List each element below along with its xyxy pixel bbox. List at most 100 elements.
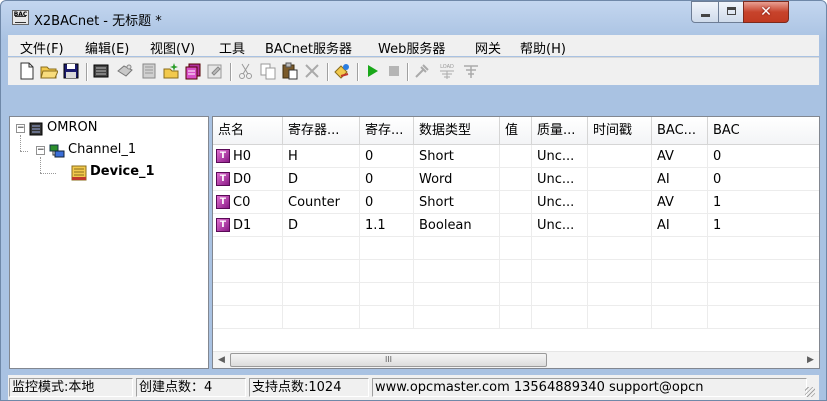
column-header-quality[interactable]: 质量...: [532, 117, 588, 145]
tag-table: 点名 寄存器... 寄存... 数据类型 值 质量... 时间戳 BAC... …: [212, 116, 820, 369]
minimize-button[interactable]: [691, 1, 719, 23]
tree-expander-channel[interactable]: −: [36, 146, 45, 155]
plc-icon: [29, 122, 43, 136]
add-group-icon[interactable]: [140, 62, 158, 80]
cell-name: T C0: [213, 191, 283, 214]
column-header-bac-index[interactable]: BAC: [708, 117, 819, 145]
close-icon: ✕: [760, 4, 772, 20]
menu-view[interactable]: 视图(V): [150, 38, 195, 57]
table-row-empty: [213, 260, 819, 283]
cell-register: Counter: [283, 191, 360, 214]
table-row-empty: [213, 283, 819, 306]
cell-register: D: [283, 168, 360, 191]
add-multiple-tags-icon[interactable]: [184, 62, 202, 80]
window-title: X2BACnet - 无标题 *: [34, 14, 162, 29]
cell-bac-index: 1: [708, 191, 819, 214]
save-project-icon[interactable]: [461, 62, 481, 80]
cell-quality: Unc...: [532, 191, 588, 214]
stop-icon[interactable]: [385, 62, 403, 80]
menu-web-server[interactable]: Web服务器: [378, 38, 445, 57]
tree-node-device[interactable]: Device_1: [90, 164, 155, 179]
device-icon: [71, 165, 87, 181]
maximize-button[interactable]: [718, 1, 744, 23]
new-file-icon[interactable]: [18, 62, 36, 80]
cell-quality: Unc...: [532, 214, 588, 237]
open-folder-icon[interactable]: [40, 62, 58, 80]
cell-quality: Unc...: [532, 145, 588, 168]
cell-type: Short: [414, 191, 500, 214]
scroll-left-icon[interactable]: ◀: [213, 352, 230, 368]
table-row[interactable]: T D1 D 1.1 Boolean Unc... AI 1: [213, 214, 819, 237]
column-header-bac-type[interactable]: BAC...: [652, 117, 708, 145]
cell-name: T D0: [213, 168, 283, 191]
run-icon[interactable]: [363, 62, 381, 80]
menu-edit[interactable]: 编辑(E): [85, 38, 129, 57]
column-header-value[interactable]: 值: [500, 117, 532, 145]
horizontal-scrollbar[interactable]: ◀ III ▶: [213, 351, 819, 368]
close-button[interactable]: ✕: [743, 1, 789, 23]
title-bar[interactable]: BAC X2BACnet - 无标题 * ✕: [1, 1, 826, 35]
cell-value: [500, 214, 532, 237]
cell-bac-type: AI: [652, 214, 708, 237]
paste-icon[interactable]: [281, 62, 299, 80]
copy-icon[interactable]: [259, 62, 277, 80]
menu-tools[interactable]: 工具: [219, 38, 245, 57]
cell-value: [500, 168, 532, 191]
scroll-right-icon[interactable]: ▶: [802, 352, 819, 368]
cell-name: T D1: [213, 214, 283, 237]
cell-bac-type: AI: [652, 168, 708, 191]
column-header-name[interactable]: 点名: [213, 117, 283, 145]
cell-value: [500, 145, 532, 168]
table-row[interactable]: T C0 Counter 0 Short Unc... AV 1: [213, 191, 819, 214]
column-header-address[interactable]: 寄存...: [360, 117, 414, 145]
column-header-timestamp[interactable]: 时间戳: [588, 117, 652, 145]
tree-node-channel[interactable]: Channel_1: [68, 142, 136, 157]
table-row[interactable]: T H0 H 0 Short Unc... AV 0: [213, 145, 819, 168]
table-row-empty: [213, 306, 819, 329]
menu-bar: 文件(F) 编辑(E) 视图(V) 工具 BACnet服务器 Web服务器 网关…: [8, 35, 819, 57]
tools-icon[interactable]: [413, 62, 431, 80]
add-device-icon[interactable]: [116, 62, 134, 80]
toolbar: LOAD: [8, 57, 819, 85]
cell-timestamp: [588, 168, 652, 191]
minimize-icon: [701, 14, 710, 17]
status-supported-count: 支持点数:1024: [249, 378, 369, 397]
tree-expander-omron[interactable]: −: [16, 124, 25, 133]
status-bar: 监控模式:本地 创建点数：4 支持点数:1024 www.opcmaster.c…: [8, 375, 819, 400]
load-icon[interactable]: LOAD: [437, 62, 457, 80]
tree-node-omron[interactable]: OMRON: [47, 120, 97, 135]
table-row-empty: [213, 237, 819, 260]
cell-type: Short: [414, 145, 500, 168]
table-row[interactable]: T D0 D 0 Word Unc... AI 0: [213, 168, 819, 191]
properties-icon[interactable]: [206, 62, 224, 80]
quick-client-icon[interactable]: [333, 62, 351, 80]
cell-address: 0: [360, 145, 414, 168]
cell-bac-index: 0: [708, 145, 819, 168]
cell-register: D: [283, 214, 360, 237]
channel-icon: [49, 144, 65, 158]
status-contact: www.opcmaster.com 13564889340 support@op…: [372, 378, 807, 397]
menu-bacnet-server[interactable]: BACnet服务器: [265, 38, 352, 57]
menu-gateway[interactable]: 网关: [475, 38, 501, 57]
tag-icon: T: [216, 149, 230, 163]
app-window: BAC X2BACnet - 无标题 * ✕ 文件(F) 编辑(E) 视图(V)…: [0, 0, 827, 401]
menu-file[interactable]: 文件(F): [20, 38, 64, 57]
tag-icon: T: [216, 218, 230, 232]
cell-timestamp: [588, 145, 652, 168]
resize-grip[interactable]: [805, 387, 815, 397]
column-header-data-type[interactable]: 数据类型: [414, 117, 500, 145]
column-header-register-type[interactable]: 寄存器...: [283, 117, 360, 145]
cell-address: 1.1: [360, 214, 414, 237]
tag-icon: T: [216, 172, 230, 186]
save-icon[interactable]: [62, 62, 80, 80]
menu-help[interactable]: 帮助(H): [520, 38, 566, 57]
cell-timestamp: [588, 191, 652, 214]
scrollbar-thumb[interactable]: III: [230, 353, 547, 367]
tree-view: − OMRON − Channel_1 Device_1: [9, 116, 209, 369]
tag-icon: T: [216, 195, 230, 209]
cell-type: Word: [414, 168, 500, 191]
delete-icon[interactable]: [303, 62, 321, 80]
add-channel-icon[interactable]: [92, 62, 110, 80]
add-tag-icon[interactable]: [162, 62, 180, 80]
cut-icon[interactable]: [237, 62, 255, 80]
